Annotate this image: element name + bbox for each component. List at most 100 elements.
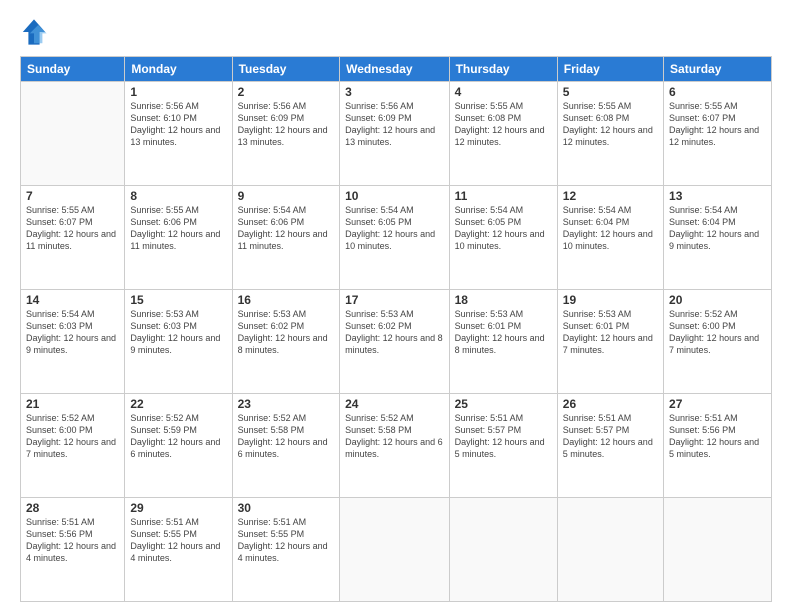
- day-info: Sunrise: 5:55 AM Sunset: 6:08 PM Dayligh…: [563, 100, 658, 149]
- day-number: 26: [563, 397, 658, 411]
- week-row-1: 7Sunrise: 5:55 AM Sunset: 6:07 PM Daylig…: [21, 186, 772, 290]
- calendar-cell: 17Sunrise: 5:53 AM Sunset: 6:02 PM Dayli…: [340, 290, 449, 394]
- day-number: 19: [563, 293, 658, 307]
- calendar-cell: 3Sunrise: 5:56 AM Sunset: 6:09 PM Daylig…: [340, 82, 449, 186]
- day-number: 6: [669, 85, 766, 99]
- calendar-cell: 23Sunrise: 5:52 AM Sunset: 5:58 PM Dayli…: [232, 394, 340, 498]
- weekday-header-tuesday: Tuesday: [232, 57, 340, 82]
- calendar-cell: 29Sunrise: 5:51 AM Sunset: 5:55 PM Dayli…: [125, 498, 232, 602]
- calendar-cell: 18Sunrise: 5:53 AM Sunset: 6:01 PM Dayli…: [449, 290, 557, 394]
- page: SundayMondayTuesdayWednesdayThursdayFrid…: [0, 0, 792, 612]
- day-number: 4: [455, 85, 552, 99]
- day-info: Sunrise: 5:53 AM Sunset: 6:01 PM Dayligh…: [455, 308, 552, 357]
- weekday-header-thursday: Thursday: [449, 57, 557, 82]
- day-number: 3: [345, 85, 443, 99]
- calendar-cell: 24Sunrise: 5:52 AM Sunset: 5:58 PM Dayli…: [340, 394, 449, 498]
- calendar-cell: [557, 498, 663, 602]
- day-number: 22: [130, 397, 226, 411]
- day-info: Sunrise: 5:51 AM Sunset: 5:55 PM Dayligh…: [130, 516, 226, 565]
- day-number: 24: [345, 397, 443, 411]
- calendar-cell: 27Sunrise: 5:51 AM Sunset: 5:56 PM Dayli…: [664, 394, 772, 498]
- day-number: 11: [455, 189, 552, 203]
- day-number: 13: [669, 189, 766, 203]
- header: [20, 18, 772, 46]
- day-number: 16: [238, 293, 335, 307]
- calendar-cell: 8Sunrise: 5:55 AM Sunset: 6:06 PM Daylig…: [125, 186, 232, 290]
- calendar-cell: 12Sunrise: 5:54 AM Sunset: 6:04 PM Dayli…: [557, 186, 663, 290]
- logo: [20, 18, 52, 46]
- day-number: 1: [130, 85, 226, 99]
- day-number: 28: [26, 501, 119, 515]
- calendar-cell: 21Sunrise: 5:52 AM Sunset: 6:00 PM Dayli…: [21, 394, 125, 498]
- day-number: 29: [130, 501, 226, 515]
- day-number: 15: [130, 293, 226, 307]
- calendar-cell: 2Sunrise: 5:56 AM Sunset: 6:09 PM Daylig…: [232, 82, 340, 186]
- day-info: Sunrise: 5:51 AM Sunset: 5:55 PM Dayligh…: [238, 516, 335, 565]
- day-info: Sunrise: 5:54 AM Sunset: 6:05 PM Dayligh…: [345, 204, 443, 253]
- day-number: 8: [130, 189, 226, 203]
- calendar-cell: 14Sunrise: 5:54 AM Sunset: 6:03 PM Dayli…: [21, 290, 125, 394]
- week-row-4: 28Sunrise: 5:51 AM Sunset: 5:56 PM Dayli…: [21, 498, 772, 602]
- calendar-cell: 11Sunrise: 5:54 AM Sunset: 6:05 PM Dayli…: [449, 186, 557, 290]
- day-number: 30: [238, 501, 335, 515]
- day-info: Sunrise: 5:52 AM Sunset: 5:58 PM Dayligh…: [238, 412, 335, 461]
- calendar-cell: [664, 498, 772, 602]
- weekday-header-sunday: Sunday: [21, 57, 125, 82]
- day-number: 5: [563, 85, 658, 99]
- day-number: 21: [26, 397, 119, 411]
- day-info: Sunrise: 5:54 AM Sunset: 6:04 PM Dayligh…: [563, 204, 658, 253]
- day-info: Sunrise: 5:55 AM Sunset: 6:06 PM Dayligh…: [130, 204, 226, 253]
- day-number: 18: [455, 293, 552, 307]
- day-number: 10: [345, 189, 443, 203]
- day-number: 9: [238, 189, 335, 203]
- calendar-cell: 19Sunrise: 5:53 AM Sunset: 6:01 PM Dayli…: [557, 290, 663, 394]
- day-number: 20: [669, 293, 766, 307]
- day-info: Sunrise: 5:56 AM Sunset: 6:09 PM Dayligh…: [345, 100, 443, 149]
- weekday-header-monday: Monday: [125, 57, 232, 82]
- weekday-header-saturday: Saturday: [664, 57, 772, 82]
- day-info: Sunrise: 5:56 AM Sunset: 6:09 PM Dayligh…: [238, 100, 335, 149]
- day-number: 14: [26, 293, 119, 307]
- day-info: Sunrise: 5:53 AM Sunset: 6:02 PM Dayligh…: [238, 308, 335, 357]
- calendar-cell: 5Sunrise: 5:55 AM Sunset: 6:08 PM Daylig…: [557, 82, 663, 186]
- day-info: Sunrise: 5:55 AM Sunset: 6:07 PM Dayligh…: [26, 204, 119, 253]
- day-info: Sunrise: 5:51 AM Sunset: 5:56 PM Dayligh…: [26, 516, 119, 565]
- day-info: Sunrise: 5:54 AM Sunset: 6:06 PM Dayligh…: [238, 204, 335, 253]
- calendar-cell: 10Sunrise: 5:54 AM Sunset: 6:05 PM Dayli…: [340, 186, 449, 290]
- day-number: 25: [455, 397, 552, 411]
- day-info: Sunrise: 5:52 AM Sunset: 5:58 PM Dayligh…: [345, 412, 443, 461]
- calendar-cell: [449, 498, 557, 602]
- day-info: Sunrise: 5:55 AM Sunset: 6:07 PM Dayligh…: [669, 100, 766, 149]
- day-info: Sunrise: 5:54 AM Sunset: 6:03 PM Dayligh…: [26, 308, 119, 357]
- day-info: Sunrise: 5:53 AM Sunset: 6:02 PM Dayligh…: [345, 308, 443, 357]
- week-row-3: 21Sunrise: 5:52 AM Sunset: 6:00 PM Dayli…: [21, 394, 772, 498]
- day-info: Sunrise: 5:51 AM Sunset: 5:56 PM Dayligh…: [669, 412, 766, 461]
- calendar-cell: 30Sunrise: 5:51 AM Sunset: 5:55 PM Dayli…: [232, 498, 340, 602]
- logo-icon: [20, 18, 48, 46]
- calendar-cell: 9Sunrise: 5:54 AM Sunset: 6:06 PM Daylig…: [232, 186, 340, 290]
- calendar-cell: 26Sunrise: 5:51 AM Sunset: 5:57 PM Dayli…: [557, 394, 663, 498]
- calendar: SundayMondayTuesdayWednesdayThursdayFrid…: [20, 56, 772, 602]
- day-info: Sunrise: 5:51 AM Sunset: 5:57 PM Dayligh…: [563, 412, 658, 461]
- calendar-cell: 20Sunrise: 5:52 AM Sunset: 6:00 PM Dayli…: [664, 290, 772, 394]
- day-info: Sunrise: 5:55 AM Sunset: 6:08 PM Dayligh…: [455, 100, 552, 149]
- day-info: Sunrise: 5:54 AM Sunset: 6:05 PM Dayligh…: [455, 204, 552, 253]
- calendar-cell: 22Sunrise: 5:52 AM Sunset: 5:59 PM Dayli…: [125, 394, 232, 498]
- calendar-cell: 28Sunrise: 5:51 AM Sunset: 5:56 PM Dayli…: [21, 498, 125, 602]
- calendar-cell: 15Sunrise: 5:53 AM Sunset: 6:03 PM Dayli…: [125, 290, 232, 394]
- calendar-cell: 7Sunrise: 5:55 AM Sunset: 6:07 PM Daylig…: [21, 186, 125, 290]
- calendar-cell: [21, 82, 125, 186]
- day-info: Sunrise: 5:51 AM Sunset: 5:57 PM Dayligh…: [455, 412, 552, 461]
- day-number: 23: [238, 397, 335, 411]
- day-info: Sunrise: 5:52 AM Sunset: 6:00 PM Dayligh…: [26, 412, 119, 461]
- day-info: Sunrise: 5:53 AM Sunset: 6:03 PM Dayligh…: [130, 308, 226, 357]
- weekday-header-row: SundayMondayTuesdayWednesdayThursdayFrid…: [21, 57, 772, 82]
- calendar-cell: 4Sunrise: 5:55 AM Sunset: 6:08 PM Daylig…: [449, 82, 557, 186]
- week-row-2: 14Sunrise: 5:54 AM Sunset: 6:03 PM Dayli…: [21, 290, 772, 394]
- weekday-header-wednesday: Wednesday: [340, 57, 449, 82]
- day-info: Sunrise: 5:54 AM Sunset: 6:04 PM Dayligh…: [669, 204, 766, 253]
- calendar-cell: [340, 498, 449, 602]
- week-row-0: 1Sunrise: 5:56 AM Sunset: 6:10 PM Daylig…: [21, 82, 772, 186]
- day-number: 12: [563, 189, 658, 203]
- calendar-cell: 16Sunrise: 5:53 AM Sunset: 6:02 PM Dayli…: [232, 290, 340, 394]
